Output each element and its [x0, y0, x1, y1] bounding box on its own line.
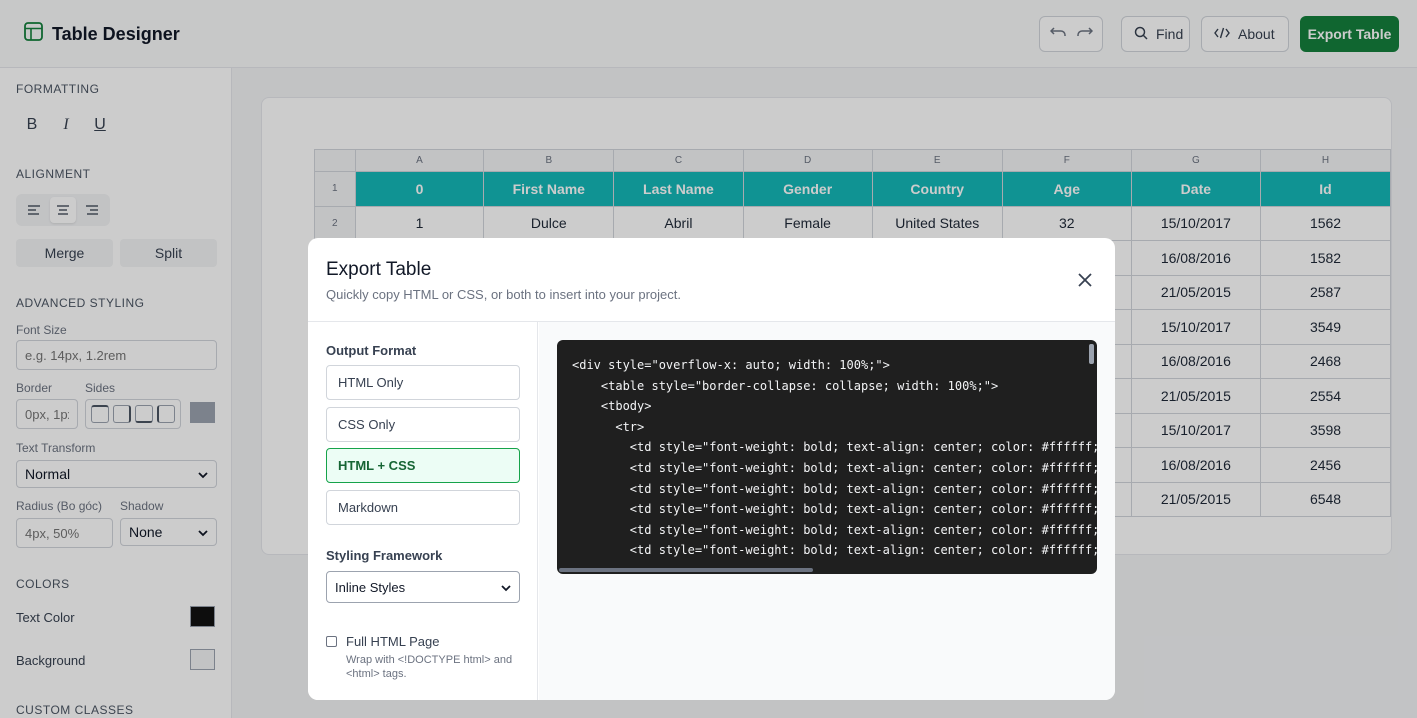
format-option-html-css[interactable]: HTML + CSS [326, 448, 520, 483]
code-line: <table style="border-collapse: collapse;… [572, 378, 999, 393]
code-lines: <div style="overflow-x: auto; width: 100… [572, 355, 1097, 561]
code-line: <div style="overflow-x: auto; width: 100… [572, 358, 890, 372]
format-option-markdown[interactable]: Markdown [326, 490, 520, 525]
horizontal-scrollbar[interactable] [559, 568, 813, 572]
modal-subtitle: Quickly copy HTML or CSS, or both to ins… [326, 287, 681, 302]
code-preview-panel: <div style="overflow-x: auto; width: 100… [539, 322, 1115, 700]
framework-value: Inline Styles [335, 579, 406, 595]
chevron-down-icon [501, 580, 511, 595]
code-line: <td style="font-weight: bold; text-align… [572, 543, 1097, 558]
code-line: <tbody> [572, 399, 652, 414]
code-line: <tr> [572, 419, 645, 434]
code-line: <td style="font-weight: bold; text-align… [572, 460, 1097, 475]
output-format-label: Output Format [326, 343, 417, 358]
modal-title: Export Table [326, 259, 432, 280]
vertical-scrollbar[interactable] [1089, 344, 1094, 364]
full-html-page-label: Full HTML Page [346, 634, 440, 649]
styling-framework-label: Styling Framework [326, 548, 443, 563]
code-line: <td style="font-weight: bold; text-align… [572, 440, 1097, 455]
code-line: <td style="font-weight: bold; text-align… [572, 502, 1097, 517]
code-line: <td style="font-weight: bold; text-align… [572, 522, 1097, 537]
format-option-html-only[interactable]: HTML Only [326, 365, 520, 400]
export-modal: Export Table Quickly copy HTML or CSS, o… [308, 238, 1115, 700]
styling-framework-select[interactable]: Inline Styles [326, 571, 520, 603]
code-preview[interactable]: <div style="overflow-x: auto; width: 100… [557, 340, 1097, 574]
format-option-css-only[interactable]: CSS Only [326, 407, 520, 442]
export-options-panel: Output Format HTML Only CSS Only HTML + … [308, 322, 538, 700]
close-icon[interactable] [1075, 270, 1095, 290]
code-line: <td style="font-weight: bold; text-align… [572, 481, 1097, 496]
full-html-page-checkbox[interactable] [326, 636, 337, 647]
full-html-page-help: Wrap with <!DOCTYPE html> and <html> tag… [346, 654, 513, 680]
